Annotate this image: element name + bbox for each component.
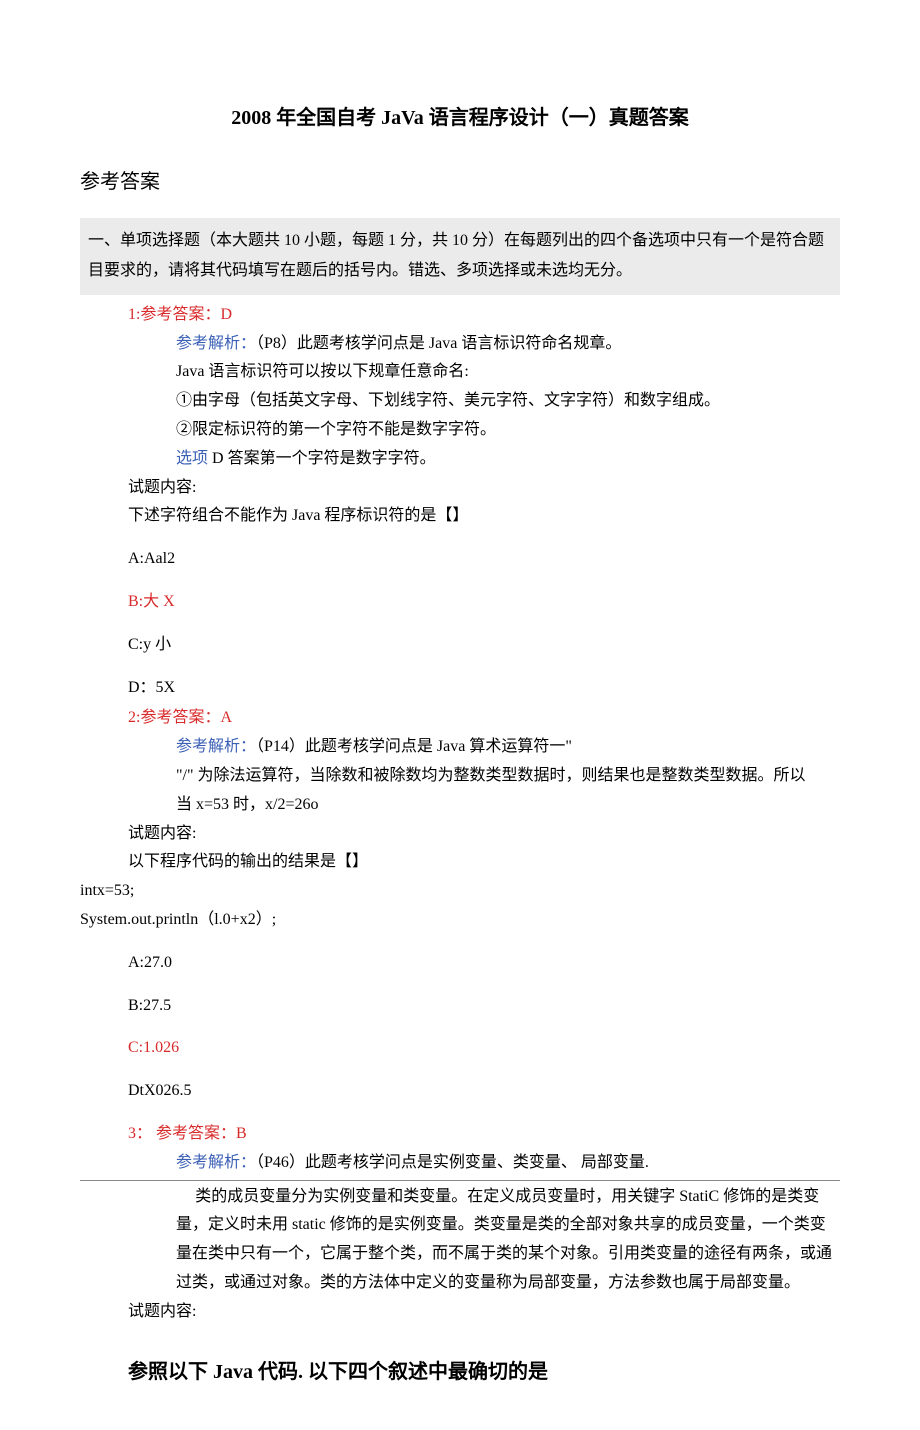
- q2-answer: 2:参考答案：A: [80, 704, 840, 733]
- q3-content-label: 试题内容:: [80, 1298, 840, 1327]
- divider: [80, 1180, 840, 1181]
- q3-answer: 3： 参考答案：B: [80, 1120, 840, 1149]
- page-title: 2008 年全国自考 JaVa 语言程序设计（一）真题答案: [80, 100, 840, 136]
- explain-label: 参考解析：: [176, 1154, 256, 1171]
- q1-explain-line1: 参考解析：（P8）此题考核学问点是 Java 语言标识符命名规章。: [80, 330, 840, 359]
- q2-code-1: intx=53;: [80, 877, 840, 906]
- option-text: D 答案第一个字符是数字字符。: [208, 450, 436, 467]
- section-intro-bar: 一、单项选择题（本大题共 10 小题，每题 1 分，共 10 分）在每题列出的四…: [80, 218, 840, 295]
- q1-line3: ①由字母（包括英文字母、下划线字符、美元字符、文字字符）和数字组成。: [80, 387, 840, 416]
- q1-line5: 选项 D 答案第一个字符是数字字符。: [80, 445, 840, 474]
- q1-content-label: 试题内容:: [80, 474, 840, 503]
- q1-stem: 下述字符组合不能作为 Java 程序标识符的是【】: [80, 502, 840, 531]
- q1-line4: ②限定标识符的第一个字符不能是数字字符。: [80, 416, 840, 445]
- explain-label: 参考解析：: [176, 335, 256, 352]
- q2-option-c: C:1.026: [128, 1034, 840, 1063]
- q1-answer: 1:参考答案：D: [80, 301, 840, 330]
- q2-option-a: A:27.0: [128, 949, 840, 978]
- q3-heading: 参照以下 Java 代码. 以下四个叙述中最确切的是: [80, 1354, 840, 1390]
- q3-explain-line1: 参考解析：（P46）此题考核学问点是实例变量、类变量、 局部变量.: [80, 1149, 840, 1178]
- explain-text: （P14）此题考核学问点是 Java 算术运算符一": [256, 738, 572, 755]
- q2-option-d: DtX026.5: [128, 1077, 840, 1106]
- explain-text: （P46）此题考核学问点是实例变量、类变量、 局部变量.: [256, 1154, 649, 1171]
- explain-label: 参考解析：: [176, 738, 256, 755]
- document-page: 2008 年全国自考 JaVa 语言程序设计（一）真题答案 参考答案 一、单项选…: [0, 0, 920, 1430]
- option-label: 选项: [176, 450, 208, 467]
- q1-option-a: A:Aal2: [128, 545, 840, 574]
- q1-option-d: D：5X: [128, 674, 840, 703]
- q1-line2: Java 语言标识符可以按以下规章任意命名:: [80, 358, 840, 387]
- section-header: 参考答案: [80, 164, 840, 200]
- q2-content-label: 试题内容:: [80, 820, 840, 849]
- q2-explain-line1: 参考解析：（P14）此题考核学问点是 Java 算术运算符一": [80, 733, 840, 762]
- q1-option-c: C:y 小: [128, 631, 840, 660]
- q2-code-2: System.out.println（l.0+x2）;: [80, 906, 840, 935]
- explain-text: （P8）此题考核学问点是 Java 语言标识符命名规章。: [256, 335, 621, 352]
- q2-line2: "/" 为除法运算符，当除数和被除数均为整数类型数据时，则结果也是整数类型数据。…: [80, 762, 840, 791]
- q2-option-b: B:27.5: [128, 992, 840, 1021]
- q3-paragraph: 类的成员变量分为实例变量和类变量。在定义成员变量时，用关键字 StatiC 修饰…: [80, 1183, 840, 1298]
- q2-stem: 以下程序代码的输出的结果是【】: [80, 848, 840, 877]
- q2-line3: 当 x=53 时，x/2=26o: [80, 791, 840, 820]
- q1-option-b: B:大 X: [128, 588, 840, 617]
